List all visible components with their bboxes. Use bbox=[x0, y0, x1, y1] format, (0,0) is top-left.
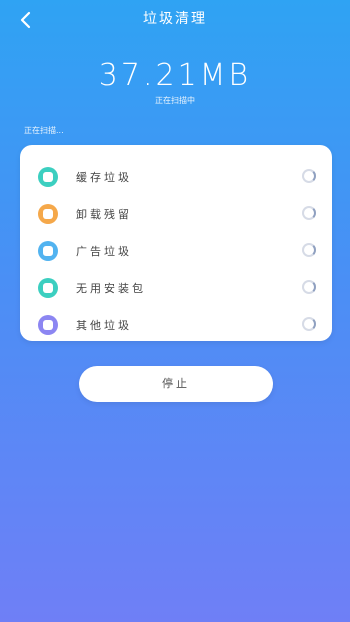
item-label: 卸载残留 bbox=[76, 208, 132, 221]
stop-button[interactable]: 停止 bbox=[79, 366, 273, 402]
page-title: 垃圾清理 bbox=[143, 11, 207, 27]
item-label: 缓存垃圾 bbox=[76, 171, 132, 184]
loading-spinner-icon bbox=[302, 243, 316, 257]
junk-category-list: 缓存垃圾 卸载残留 广告垃圾 无用安装包 其他垃圾 bbox=[20, 145, 332, 341]
item-label: 无用安装包 bbox=[76, 282, 146, 295]
item-label: 其他垃圾 bbox=[76, 319, 132, 332]
top-bar: 垃圾清理 bbox=[0, 0, 350, 40]
list-item[interactable]: 卸载残留 bbox=[20, 195, 332, 232]
list-item[interactable]: 无用安装包 bbox=[20, 269, 332, 306]
package-icon bbox=[38, 278, 58, 298]
uninstall-icon bbox=[38, 204, 58, 224]
list-item[interactable]: 缓存垃圾 bbox=[20, 158, 332, 195]
list-item[interactable]: 其他垃圾 bbox=[20, 306, 332, 343]
loading-spinner-icon bbox=[302, 317, 316, 331]
junk-size: 37.21MB bbox=[98, 58, 252, 93]
cache-icon bbox=[38, 167, 58, 187]
scan-subtitle: 正在扫描中 bbox=[155, 96, 195, 105]
item-label: 广告垃圾 bbox=[76, 245, 132, 258]
loading-spinner-icon bbox=[302, 206, 316, 220]
ad-icon bbox=[38, 241, 58, 261]
list-item[interactable]: 广告垃圾 bbox=[20, 232, 332, 269]
scan-status: 正在扫描... bbox=[24, 126, 64, 135]
loading-spinner-icon bbox=[302, 280, 316, 294]
loading-spinner-icon bbox=[302, 169, 316, 183]
other-icon bbox=[38, 315, 58, 335]
